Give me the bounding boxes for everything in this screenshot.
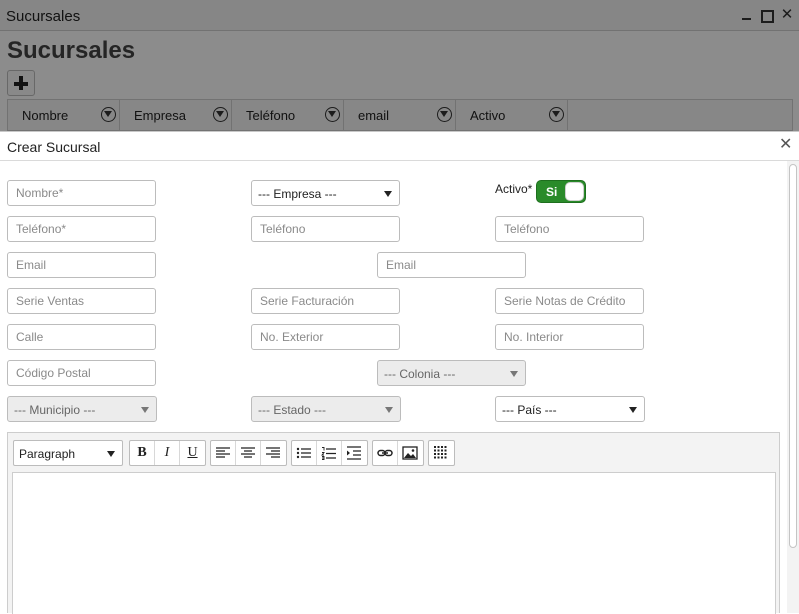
toggle-knob — [565, 182, 584, 201]
chevron-down-icon — [107, 451, 115, 457]
image-icon — [402, 446, 418, 460]
calle-input[interactable] — [7, 324, 156, 350]
table-group — [428, 440, 455, 466]
insert-group — [372, 440, 424, 466]
estado-select[interactable]: --- Estado --- — [251, 396, 401, 422]
nombre-input[interactable] — [7, 180, 156, 206]
serie-notas-credito-input[interactable] — [495, 288, 644, 314]
scrollbar-thumb[interactable] — [789, 164, 797, 548]
indent-icon — [347, 446, 361, 460]
telefono-3-input[interactable] — [495, 216, 644, 242]
chevron-down-icon — [629, 407, 637, 413]
chevron-down-icon — [510, 371, 518, 377]
chevron-down-icon — [141, 407, 149, 413]
pais-select[interactable]: --- País --- — [495, 396, 645, 422]
bullet-list-button[interactable] — [292, 441, 317, 465]
colonia-select-value: --- Colonia --- — [384, 367, 456, 381]
no-exterior-input[interactable] — [251, 324, 400, 350]
chevron-down-icon — [384, 191, 392, 197]
editor-content-area[interactable] — [12, 472, 776, 614]
align-right-button[interactable] — [261, 441, 286, 465]
insert-table-button[interactable] — [429, 441, 454, 465]
serie-facturacion-input[interactable] — [251, 288, 400, 314]
telefono-2-input[interactable] — [251, 216, 400, 242]
numbered-list-icon — [321, 447, 336, 460]
align-right-icon — [266, 447, 280, 458]
list-group — [291, 440, 368, 466]
close-icon[interactable]: ✕ — [779, 137, 792, 153]
align-left-icon — [216, 447, 230, 458]
toggle-on-label: Si — [546, 185, 558, 199]
numbered-list-button[interactable] — [317, 441, 342, 465]
activo-label: Activo* — [495, 182, 533, 196]
estado-select-value: --- Estado --- — [258, 403, 327, 417]
municipio-select-value: --- Municipio --- — [14, 403, 96, 417]
indent-button[interactable] — [342, 441, 367, 465]
table-icon — [434, 446, 447, 459]
no-interior-input[interactable] — [495, 324, 644, 350]
align-center-button[interactable] — [236, 441, 261, 465]
dialog-header: Crear Sucursal ✕ — [0, 132, 799, 161]
chevron-down-icon — [385, 407, 393, 413]
text-style-group: B I U — [129, 440, 206, 466]
block-format-select[interactable]: Paragraph — [13, 440, 123, 466]
insert-link-button[interactable] — [373, 441, 398, 465]
rich-text-editor: Paragraph B I U — [7, 432, 780, 614]
empresa-select-value: --- Empresa --- — [258, 187, 337, 201]
link-icon — [377, 449, 393, 457]
bold-button[interactable]: B — [130, 441, 155, 465]
empresa-select[interactable]: --- Empresa --- — [251, 180, 400, 206]
pais-select-value: --- País --- — [502, 403, 557, 417]
telefono-required-input[interactable] — [7, 216, 156, 242]
activo-toggle[interactable]: Si — [536, 180, 586, 203]
alignment-group — [210, 440, 287, 466]
colonia-select[interactable]: --- Colonia --- — [377, 360, 526, 386]
codigo-postal-input[interactable] — [7, 360, 156, 386]
block-format-value: Paragraph — [19, 447, 76, 461]
insert-image-button[interactable] — [398, 441, 423, 465]
email-1-input[interactable] — [7, 252, 156, 278]
underline-button[interactable]: U — [180, 441, 205, 465]
align-center-icon — [241, 447, 255, 458]
bullet-list-icon — [296, 447, 311, 459]
align-left-button[interactable] — [211, 441, 236, 465]
email-2-input[interactable] — [377, 252, 526, 278]
create-branch-dialog: Crear Sucursal ✕ --- Empresa --- Activo*… — [0, 131, 799, 614]
serie-ventas-input[interactable] — [7, 288, 156, 314]
italic-button[interactable]: I — [155, 441, 180, 465]
dialog-title: Crear Sucursal — [7, 139, 101, 155]
municipio-select[interactable]: --- Municipio --- — [7, 396, 157, 422]
